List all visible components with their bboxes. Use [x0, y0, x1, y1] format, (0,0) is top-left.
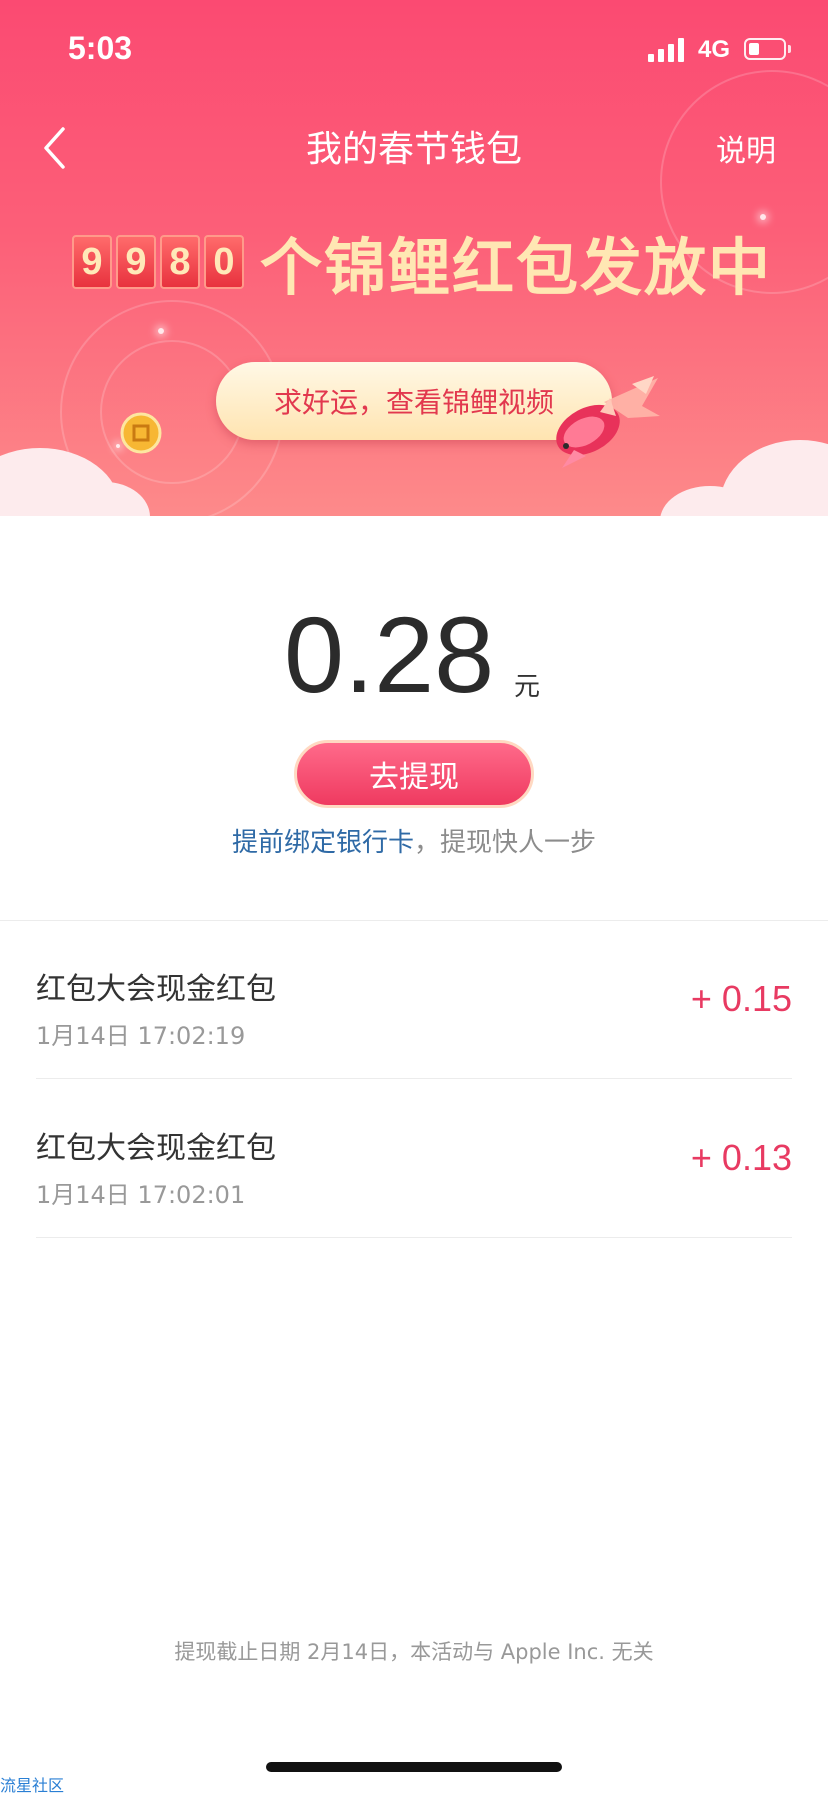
counter-digit: 9: [116, 235, 156, 289]
balance-unit: 元: [514, 672, 541, 702]
record-time: 1月14日 17:02:19: [36, 1022, 246, 1050]
counter-digit: 9: [72, 235, 112, 289]
balance-section: 0.28 元: [0, 600, 828, 710]
page-title: 我的春节钱包: [305, 129, 522, 170]
record-time: 1月14日 17:02:01: [36, 1181, 246, 1209]
counter-digit: 0: [204, 235, 244, 289]
battery-level: [749, 43, 759, 55]
watch-koi-video-label: 求好运，查看锦鲤视频: [273, 386, 554, 419]
bind-card-suffix: ，提现快人一步: [414, 828, 597, 858]
record-title: 红包大会现金红包: [36, 972, 276, 1007]
koi-fish-icon: [556, 376, 660, 468]
footer-note: 提现截止日期 2月14日，本活动与 Apple Inc. 无关: [174, 1640, 654, 1664]
home-indicator[interactable]: [266, 1762, 562, 1772]
bind-card-tip: 提前绑定银行卡，提现快人一步: [0, 822, 828, 859]
back-button[interactable]: [30, 118, 80, 178]
record-amount: + 0.15: [690, 978, 792, 1019]
list-item: 红包大会现金红包 1月14日 17:02:19 + 0.15: [36, 920, 792, 1079]
withdraw-button[interactable]: 去提现: [294, 740, 534, 808]
signal-icon: [648, 38, 688, 62]
battery-icon: [744, 38, 786, 60]
chevron-left-icon: [44, 127, 65, 169]
balance-amount: 0.28: [284, 594, 495, 715]
koi-counter: 9 9 8 0 个锦鲤红包发放中: [72, 224, 772, 304]
battery-cap: [788, 45, 791, 53]
status-time: 5:03: [68, 30, 133, 66]
list-item: 红包大会现金红包 1月14日 17:02:01 + 0.13: [36, 1079, 792, 1238]
header-banner: 5:03 4G 我的春节钱包 说明 9 9 8 0 个锦鲤红包发放中 求好运，查…: [0, 0, 828, 516]
status-bar: 5:03 4G: [0, 0, 828, 100]
counter-digit: 8: [160, 235, 200, 289]
counter-label: 个锦鲤红包发放中: [260, 231, 773, 304]
help-link[interactable]: 说明: [716, 126, 776, 170]
sparkle: [158, 328, 164, 334]
record-title: 红包大会现金红包: [36, 1131, 276, 1166]
record-amount: + 0.13: [690, 1137, 792, 1178]
watermark: 流星社区: [0, 1776, 65, 1795]
network-type: 4G: [698, 36, 731, 63]
bind-card-link[interactable]: 提前绑定银行卡: [232, 828, 414, 858]
coin-icon: [120, 412, 162, 454]
